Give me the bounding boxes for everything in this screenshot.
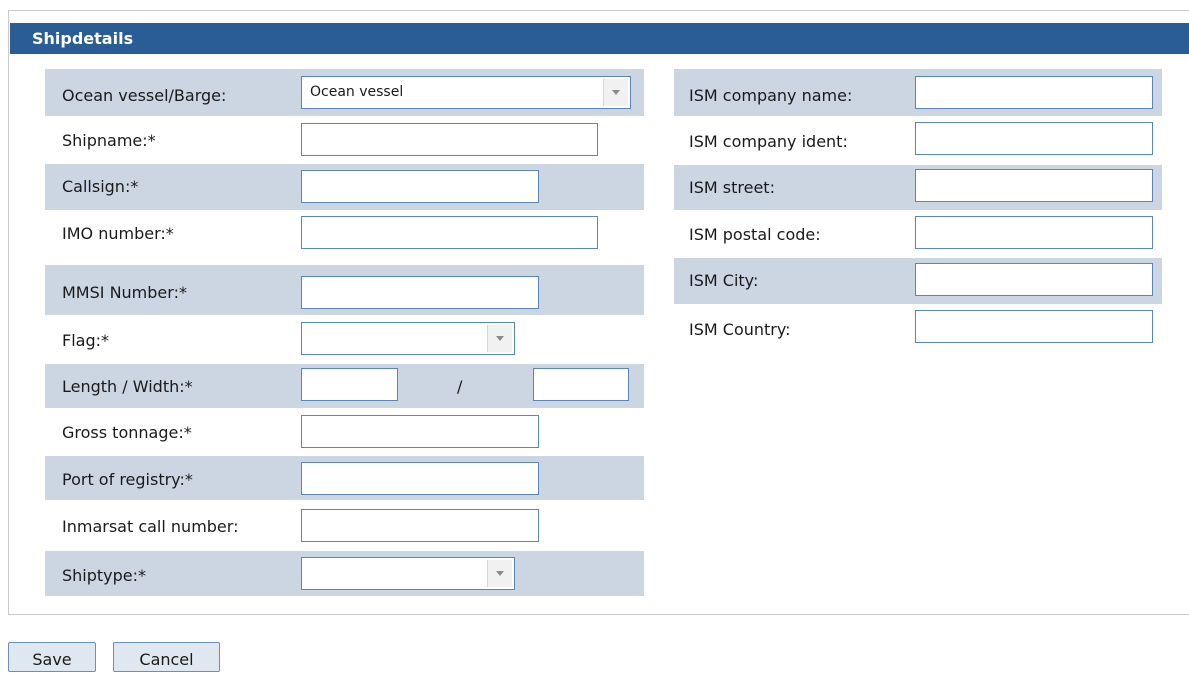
vessel-type-select[interactable]: Ocean vessel [301,76,631,109]
cancel-button[interactable]: Cancel [113,642,220,672]
callsign-label: Callsign:* [62,177,139,196]
length-width-separator: / [457,377,463,396]
ism-postal-code-label: ISM postal code: [689,225,821,244]
ism-company-name-label: ISM company name: [689,86,853,105]
vessel-type-value: Ocean vessel [310,84,404,100]
chevron-down-icon[interactable] [487,560,512,587]
flag-label: Flag:* [62,331,109,350]
vessel-type-label: Ocean vessel/Barge: [62,86,227,105]
imo-number-input[interactable] [301,216,598,249]
port-of-registry-label: Port of registry:* [62,470,193,489]
inmarsat-label: Inmarsat call number: [62,517,239,536]
length-input[interactable] [301,368,398,401]
ism-company-name-input[interactable] [915,76,1153,109]
gross-tonnage-label: Gross tonnage:* [62,423,192,442]
chevron-down-icon[interactable] [487,325,512,352]
shiptype-label: Shiptype:* [62,566,147,585]
chevron-down-icon[interactable] [603,79,628,106]
shipname-label: Shipname:* [62,131,156,150]
length-width-label: Length / Width:* [62,377,193,396]
gross-tonnage-input[interactable] [301,415,539,448]
ism-country-label: ISM Country: [689,320,791,339]
mmsi-number-label: MMSI Number:* [62,283,187,302]
mmsi-number-input[interactable] [301,276,539,309]
ism-country-input[interactable] [915,310,1153,343]
save-button[interactable]: Save [8,642,96,672]
port-of-registry-input[interactable] [301,462,539,495]
ism-street-input[interactable] [915,169,1153,202]
width-input[interactable] [533,368,629,401]
ism-street-label: ISM street: [689,178,775,197]
ism-city-input[interactable] [915,263,1153,296]
ism-city-label: ISM City: [689,271,759,290]
flag-select[interactable] [301,322,515,355]
shipname-input[interactable] [301,123,598,156]
ism-company-ident-label: ISM company ident: [689,132,848,151]
ism-company-ident-input[interactable] [915,122,1153,155]
inmarsat-input[interactable] [301,509,539,542]
imo-number-label: IMO number:* [62,224,174,243]
callsign-input[interactable] [301,170,539,203]
panel-title: Shipdetails [10,23,1189,54]
shiptype-select[interactable] [301,557,515,590]
ism-postal-code-input[interactable] [915,216,1153,249]
